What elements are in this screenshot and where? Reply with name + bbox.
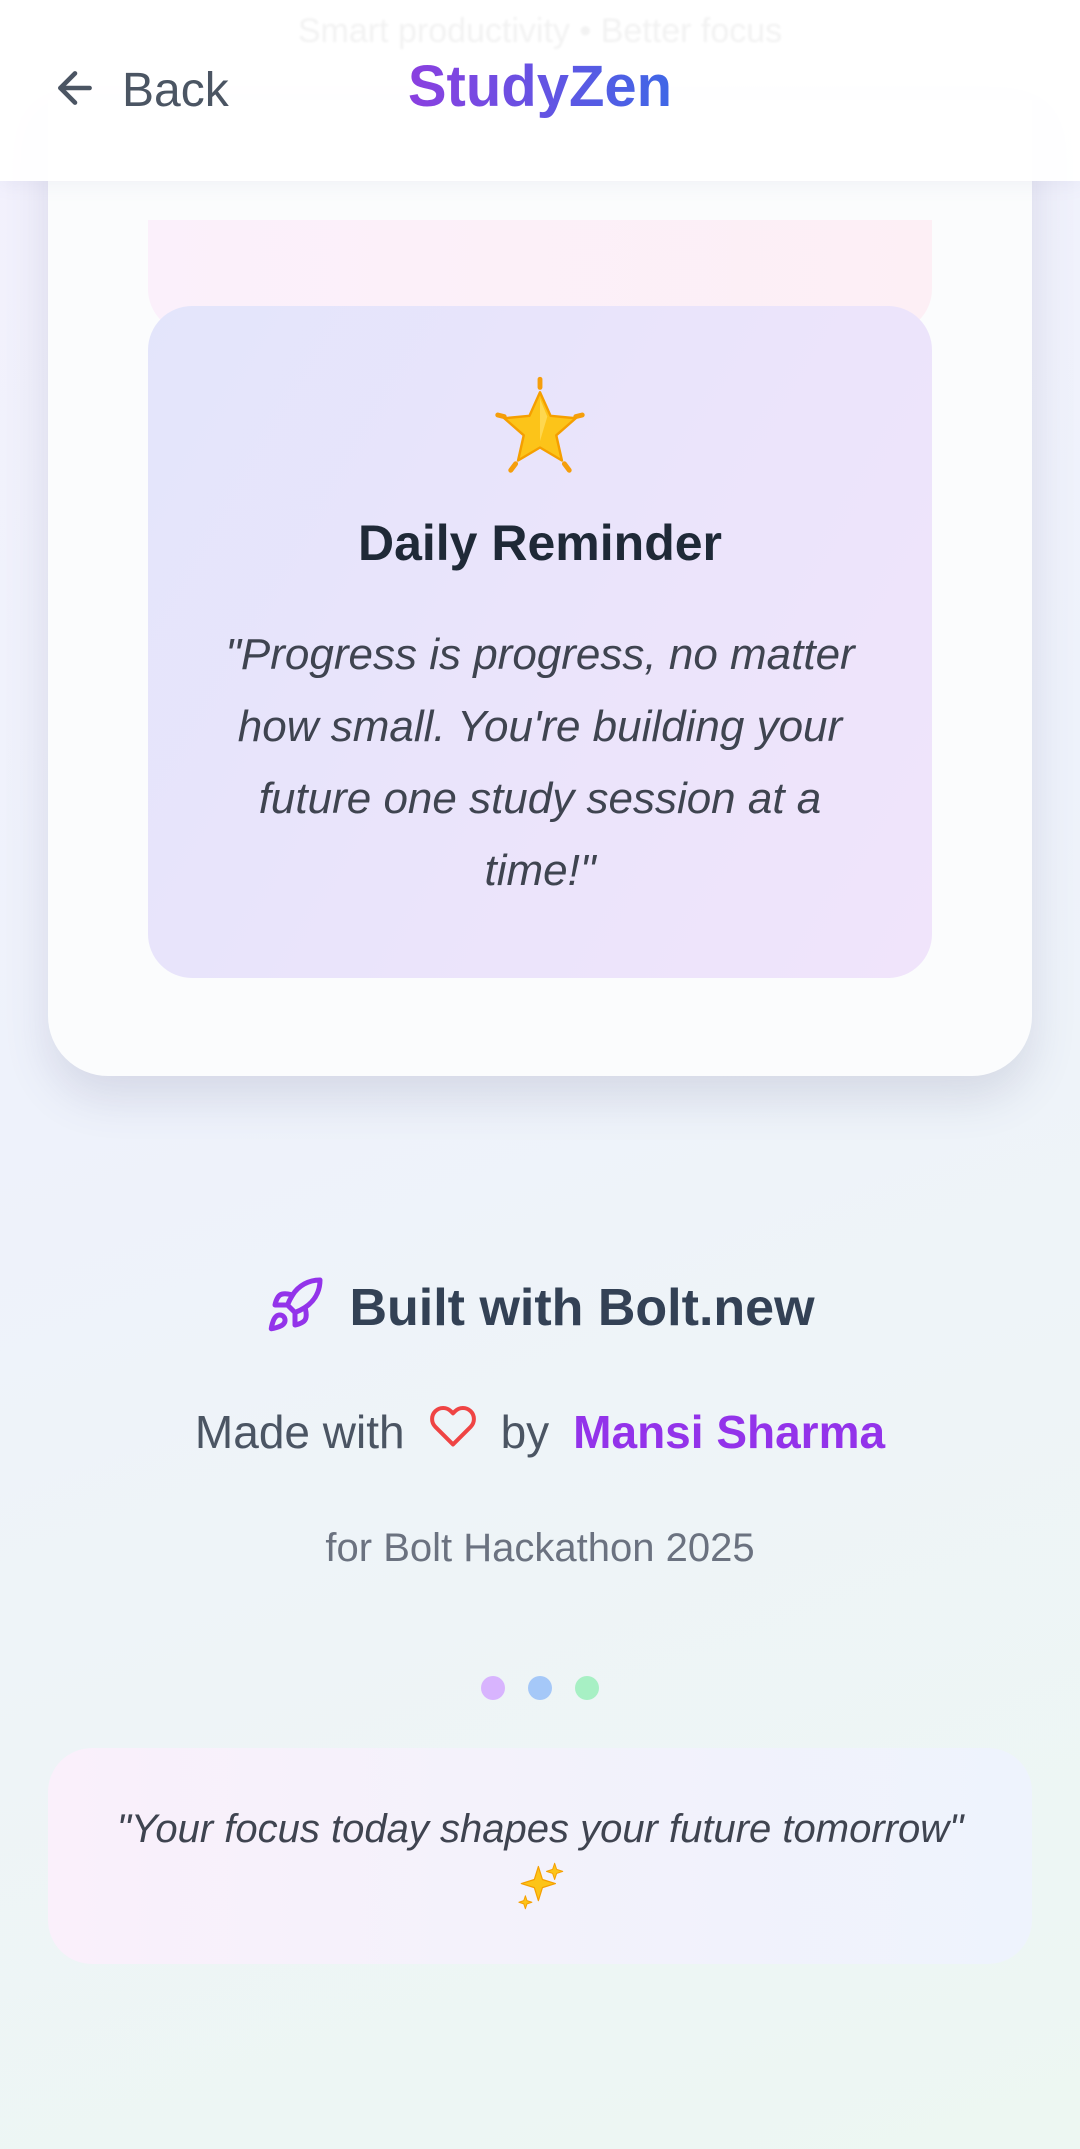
app-title-text: StudyZen (407, 54, 673, 119)
main-card: Daily Reminder "Progress is progress, no… (48, 100, 1032, 1076)
reminder-title: Daily Reminder (357, 515, 722, 571)
daily-reminder-card: Daily Reminder "Progress is progress, no… (148, 306, 932, 978)
motto-quote: "Your focus today shapes your future tom… (116, 1807, 964, 1851)
rocket-icon (265, 1275, 325, 1340)
app-title: StudyZen (0, 53, 1080, 120)
motto-text-block: "Your focus today shapes your future tom… (78, 1798, 1002, 1930)
made-with-row: Made with by Mansi Sharma (0, 1402, 1080, 1461)
sparkles-icon (514, 1860, 566, 1930)
dot-blue (528, 1676, 552, 1700)
star-emoji-icon (148, 376, 932, 485)
motto-card: "Your focus today shapes your future tom… (48, 1748, 1032, 1964)
event-text: for Bolt Hackathon 2025 (325, 1526, 755, 1570)
made-by-label: by (500, 1405, 550, 1458)
header-ghost-text: Smart productivity • Better focus (297, 12, 783, 50)
built-with-row: Built with Bolt.new (0, 1275, 1080, 1340)
dot-green (575, 1676, 599, 1700)
built-with-text: Built with Bolt.new (349, 1278, 815, 1337)
heart-icon (405, 1402, 501, 1461)
app-header: Smart productivity • Better focus Back S… (0, 0, 1080, 181)
decorative-dots (0, 1676, 1080, 1700)
made-with-prefix: Made with (194, 1405, 405, 1458)
dot-purple (481, 1676, 505, 1700)
reminder-quote: "Progress is progress, no matter how sma… (225, 630, 855, 895)
author-name: Mansi Sharma (573, 1405, 886, 1458)
